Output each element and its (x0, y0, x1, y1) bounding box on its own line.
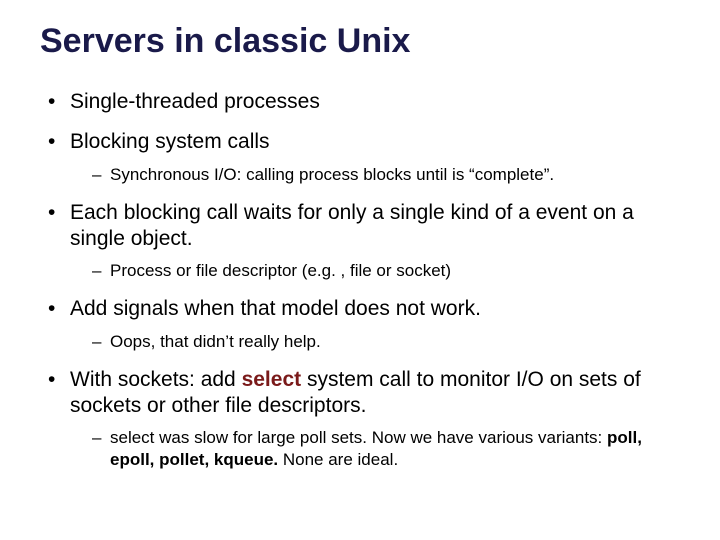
bullet-5-sub: select was slow for large poll sets. Now… (70, 427, 680, 471)
bullet-1-text: Single-threaded processes (70, 90, 320, 113)
bullet-5-sub-1: select was slow for large poll sets. Now… (92, 427, 680, 471)
bullet-2-sub-1: Synchronous I/O: calling process blocks … (92, 164, 680, 186)
bullet-4-text: Add signals when that model does not wor… (70, 297, 481, 320)
bullet-2-sub-1-text: Synchronous I/O: calling process blocks … (110, 165, 554, 184)
bullet-3-sub-1: Process or file descriptor (e.g. , file … (92, 260, 680, 282)
bullet-list: Single-threaded processes Blocking syste… (40, 89, 680, 471)
bullet-3-text: Each blocking call waits for only a sing… (70, 201, 634, 250)
bullet-3-sub-1-text: Process or file descriptor (e.g. , file … (110, 261, 451, 280)
bullet-5-select: select (242, 368, 302, 391)
bullet-3-sub: Process or file descriptor (e.g. , file … (70, 260, 680, 282)
slide: Servers in classic Unix Single-threaded … (0, 0, 720, 540)
bullet-4-sub-1-text: Oops, that didn’t really help. (110, 332, 321, 351)
bullet-3: Each blocking call waits for only a sing… (48, 200, 680, 283)
bullet-4-sub: Oops, that didn’t really help. (70, 331, 680, 353)
bullet-5-sub-1-post: None are ideal. (278, 450, 398, 469)
bullet-5-sub-1-pre: select was slow for large poll sets. Now… (110, 428, 607, 447)
slide-title: Servers in classic Unix (40, 22, 680, 61)
bullet-4: Add signals when that model does not wor… (48, 296, 680, 352)
bullet-2-sub: Synchronous I/O: calling process blocks … (70, 164, 680, 186)
bullet-1: Single-threaded processes (48, 89, 680, 115)
bullet-5-pre: With sockets: add (70, 368, 242, 391)
bullet-2-text: Blocking system calls (70, 130, 270, 153)
bullet-2: Blocking system calls Synchronous I/O: c… (48, 129, 680, 185)
bullet-4-sub-1: Oops, that didn’t really help. (92, 331, 680, 353)
bullet-5: With sockets: add select system call to … (48, 367, 680, 472)
